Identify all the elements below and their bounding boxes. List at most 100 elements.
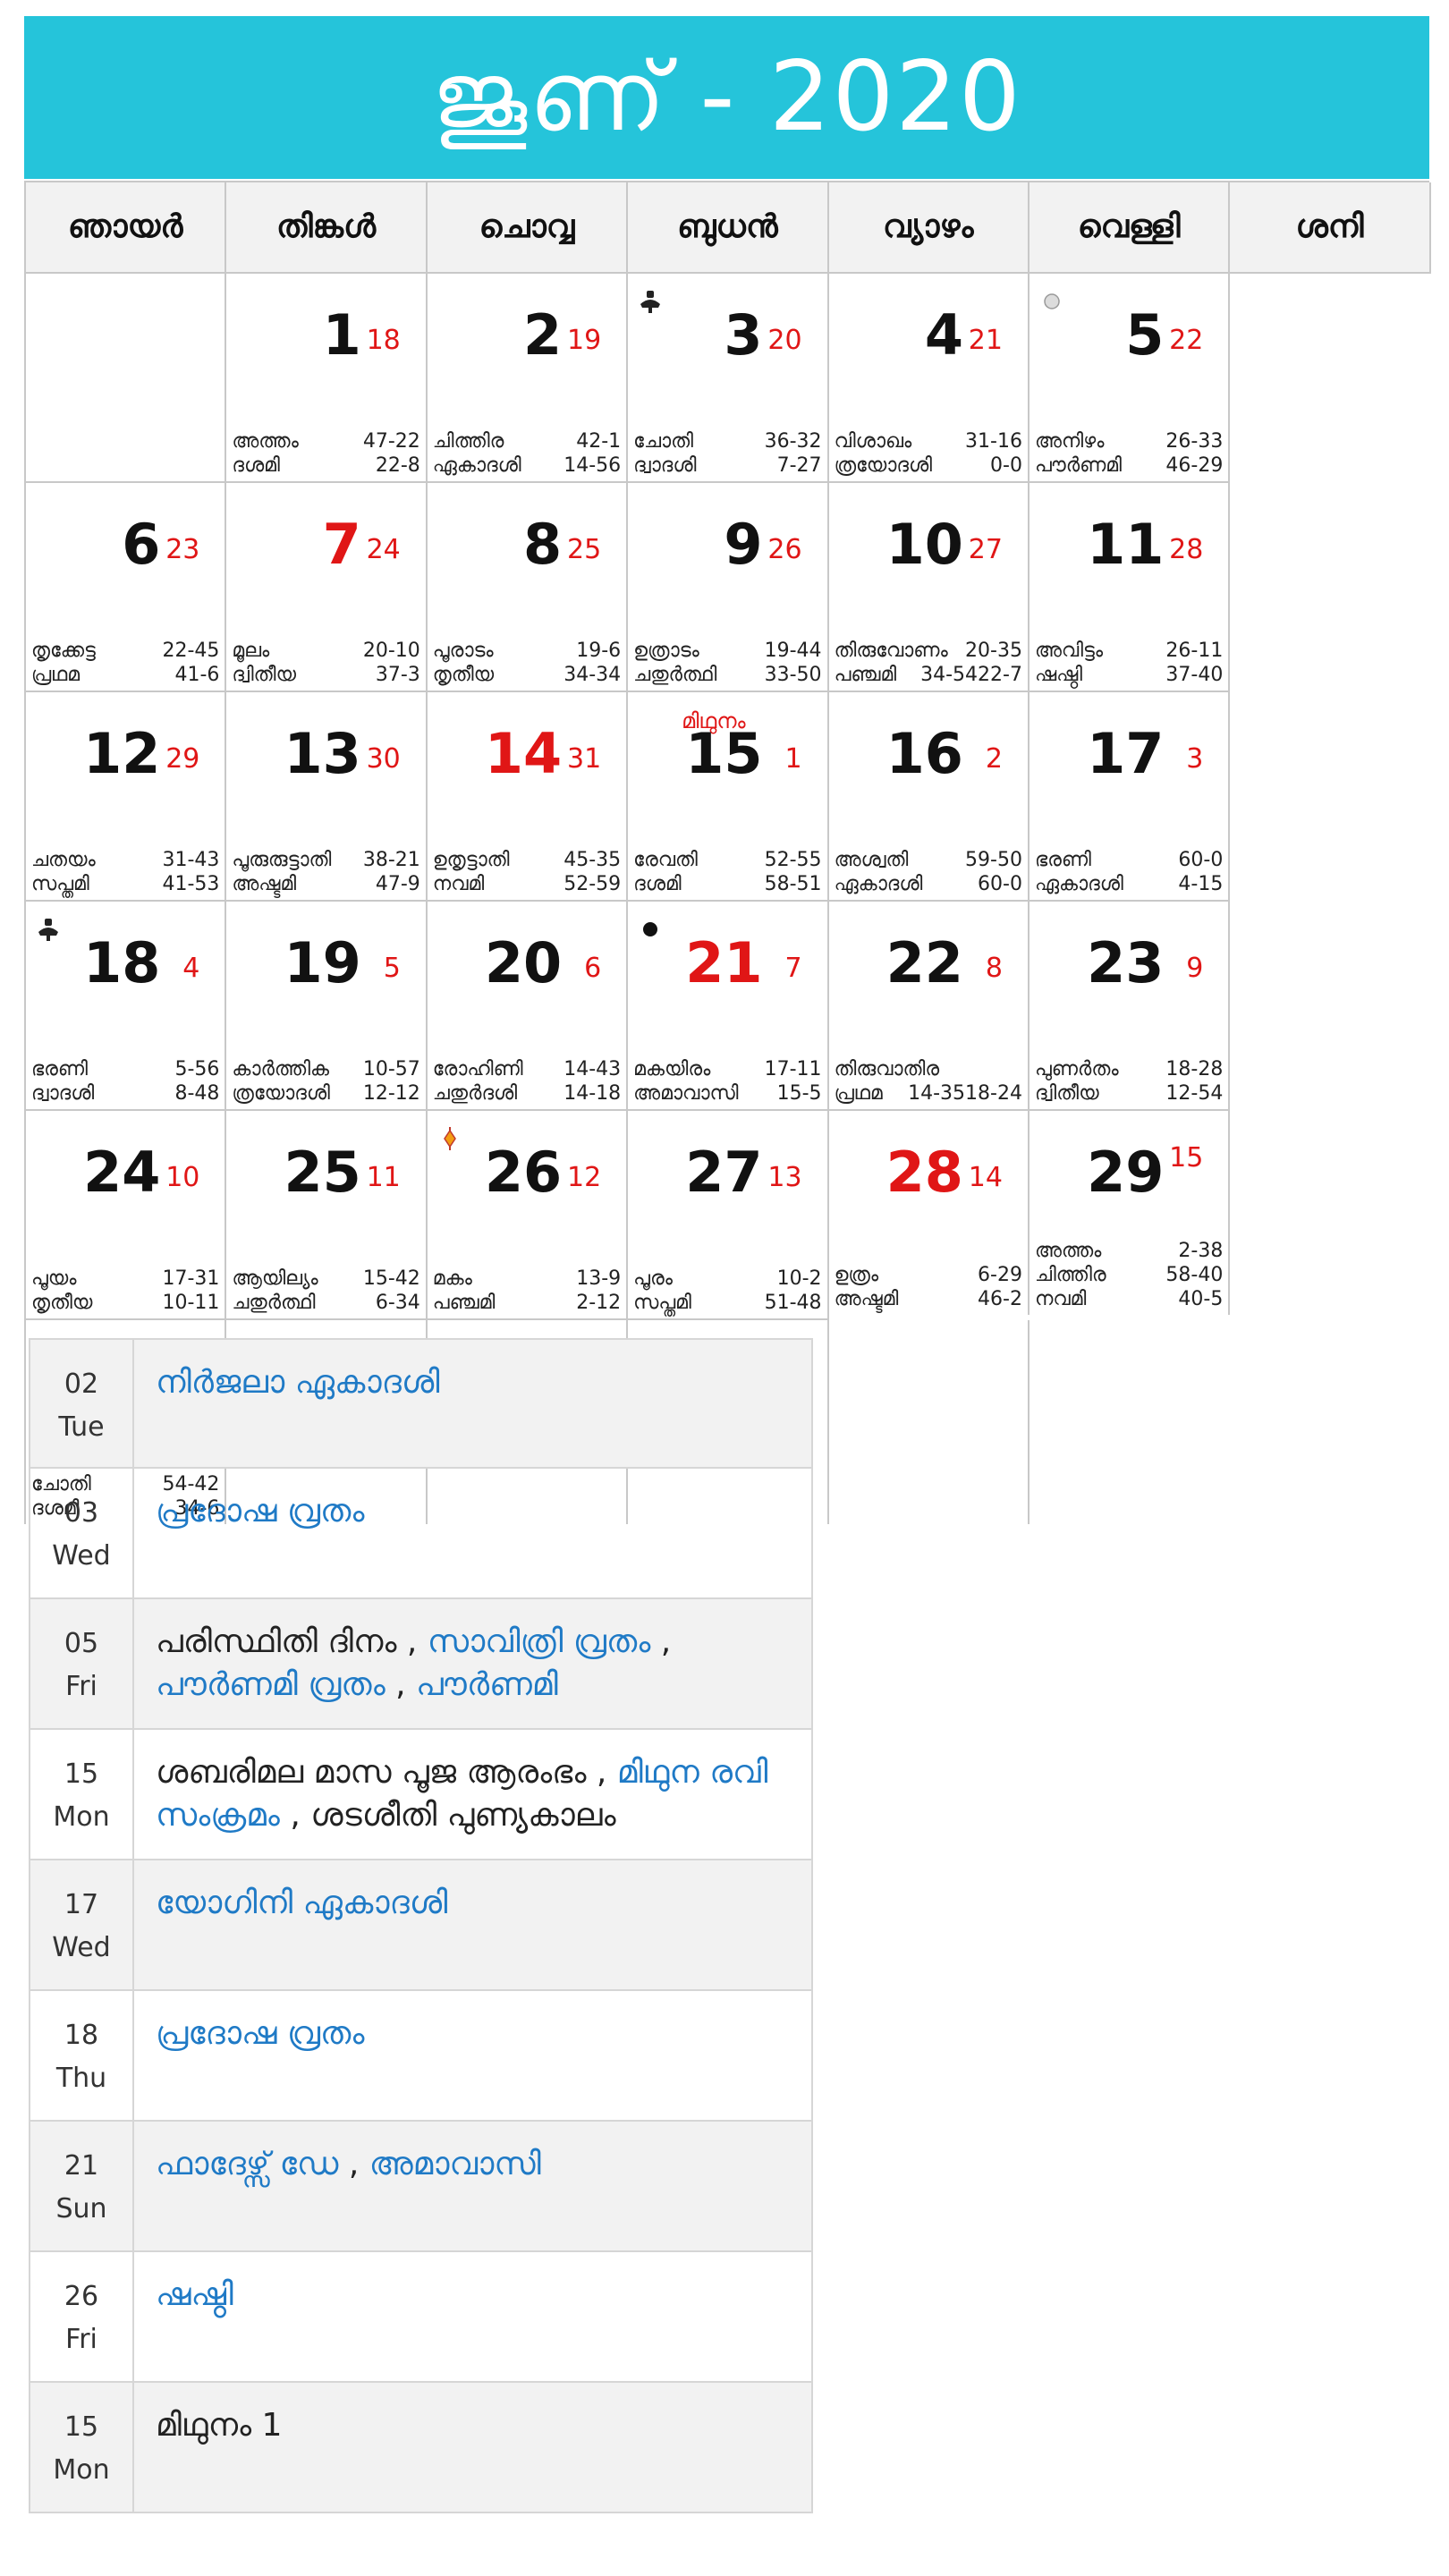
day-cell-1[interactable]: 1 18 അത്തം 47-22 ദശമി 22-8 — [226, 274, 428, 483]
info-label: തൃക്കേട്ട — [31, 640, 96, 662]
info-label: പഞ്ചമി — [834, 664, 897, 686]
day-cell-5[interactable]: 5 22 അനിഴം 26-33 പൗർണമി 46-29 — [1029, 274, 1231, 483]
day-cell-3[interactable]: 3 20 ചോതി 36-32 ദ്വാദശി 7-27 — [628, 274, 829, 483]
tithi-line: ചതുർദശി 14-18 — [433, 1081, 621, 1106]
info-label: ഏകാദശി — [432, 454, 521, 477]
tithi-line: അഷ്ടമി 46-2 — [835, 1287, 1022, 1311]
malayalam-date: 25 — [566, 534, 602, 565]
nakshatra-line: പൂരുരുട്ടാതി 38-21 — [232, 848, 419, 872]
day-cell-12[interactable]: 12 29 ചതയം 31-43 സപ്തമി 41-53 — [26, 692, 227, 902]
day-number: 11 — [1087, 512, 1165, 577]
malayalam-date: 21 — [968, 325, 1003, 356]
day-cell-11[interactable]: 11 28 അവിട്ടം 26-11 ഷഷ്ഠി 37-40 — [1029, 483, 1231, 692]
event-description: ഷഷ്ഠി — [134, 2252, 811, 2381]
day-cell-4[interactable]: 4 21 വിശാഖം 31-16 ത്രയോദശി 0-0 — [828, 274, 1030, 483]
day-cell-22[interactable]: 22 8 തിരുവാതിര പ്രഥമ 14-3518-24 — [828, 902, 1030, 1111]
day-cell-17[interactable]: 17 3 ഭരണി 60-0 ഏകാദശി 4-15 — [1029, 692, 1231, 902]
day-cell-19[interactable]: 19 5 കാർത്തിക 10-57 ത്രയോദശി 12-12 — [226, 902, 428, 1111]
event-text: പരിസ്ഥിതി ദിനം , — [156, 1623, 428, 1660]
day-cell-18[interactable]: 18 4 ഭരണി 5-56 ദ്വാദശി 8-48 — [26, 902, 227, 1111]
nakshatra-line: വിശാഖം 31-16 — [835, 429, 1022, 453]
info-label: ഏകാദശി — [834, 873, 923, 895]
malayalam-date: 27 — [968, 534, 1003, 565]
info-time: 33-50 — [764, 664, 822, 686]
event-link[interactable]: സാവിത്രി വ്രതം — [428, 1623, 651, 1660]
malayalam-date: 11 — [366, 1162, 401, 1193]
event-date: 03 Wed — [30, 1469, 134, 1597]
nakshatra-tithi-info: ഉതൃട്ടാതി 45-35 നവമി 52-59 — [433, 848, 621, 896]
info-time: 41-6 — [174, 664, 220, 686]
event-link[interactable]: അമാവാസി — [369, 2146, 541, 2182]
malayalam-date: 3 — [1186, 743, 1204, 775]
info-label: നവമി — [432, 873, 485, 895]
malayalam-date: 1 — [784, 743, 802, 775]
nakshatra-line: അവിട്ടം 26-11 — [1035, 639, 1223, 663]
nakshatra-tithi-info: ആയില്യം 15-42 ചതുർത്ഥി 6-34 — [232, 1267, 419, 1315]
info-time: 14-18 — [564, 1082, 622, 1105]
tithi-line: നവമി 52-59 — [433, 872, 621, 896]
malayalam-date: 6 — [584, 953, 602, 984]
event-link[interactable]: പൗർണമി — [416, 1666, 558, 1703]
nakshatra-tithi-info: ചോതി 36-32 ദ്വാദശി 7-27 — [633, 429, 821, 478]
day-cell-14[interactable]: 14 31 ഉതൃട്ടാതി 45-35 നവമി 52-59 — [427, 692, 629, 902]
event-link[interactable]: ഷഷ്ഠി — [156, 2276, 233, 2313]
info-label: ഭരണി — [1034, 849, 1091, 871]
info-time: 22-45 — [162, 640, 220, 662]
page-title: ജൂണ് - 2020 — [24, 16, 1429, 179]
info-label: രോഹിണി — [432, 1058, 523, 1080]
full-moon-icon — [1038, 288, 1065, 315]
day-cell-9[interactable]: 9 26 ഉത്രാടം 19-44 ചതുർത്ഥി 33-50 — [628, 483, 829, 692]
weekday-header: ഞായർ തിങ്കൾ ചൊവ്വ ബുധൻ വ്യാഴം വെള്ളി ശനി — [24, 181, 1431, 274]
event-row: 26 Fri ഷഷ്ഠി — [29, 2252, 813, 2383]
day-number: 20 — [484, 930, 563, 996]
info-label: ചതുർദശി — [432, 1082, 518, 1105]
day-cell-21[interactable]: 21 7 മകയിരം 17-11 അമാവാസി 15-5 — [628, 902, 829, 1111]
day-cell-27[interactable]: 27 13 പൂരം 10-2 സപ്തമി 51-48 — [628, 1111, 829, 1320]
day-cell-2[interactable]: 2 19 ചിത്തിര 42-1 ഏകാദശി 14-56 — [427, 274, 629, 483]
event-link[interactable]: പ്രദോഷ വ്രതം — [156, 2015, 364, 2052]
info-time: 0-0 — [990, 454, 1022, 477]
malayalam-date: 22 — [1169, 325, 1204, 356]
day-cell-6[interactable]: 6 23 തൃക്കേട്ട 22-45 പ്രഥമ 41-6 — [26, 483, 227, 692]
info-time: 60-0 — [978, 873, 1022, 895]
info-label: പ്രഥമ — [834, 1082, 883, 1105]
info-label: അനിഴം — [1034, 430, 1105, 453]
nakshatra-tithi-info: ഭരണി 60-0 ഏകാദശി 4-15 — [1035, 848, 1223, 896]
event-link[interactable]: പ്രദോഷ വ്രതം — [156, 1493, 364, 1530]
day-cell-13[interactable]: 13 30 പൂരുരുട്ടാതി 38-21 അഷ്ടമി 47-9 — [226, 692, 428, 902]
day-cell-28[interactable]: 28 14 ഉത്രം 6-29 അഷ്ടമി 46-2 — [828, 1111, 1030, 1315]
day-cell-24[interactable]: 24 10 പൂയം 17-31 തൃതീയ 10-11 — [26, 1111, 227, 1320]
day-cell-7[interactable]: 7 24 മൂലം 20-10 ദ്വിതീയ 37-3 — [226, 483, 428, 692]
day-cell-25[interactable]: 25 11 ആയില്യം 15-42 ചതുർത്ഥി 6-34 — [226, 1111, 428, 1320]
info-label: അത്തം — [232, 430, 299, 453]
tithi-line: ദ്വാദശി 8-48 — [31, 1081, 219, 1106]
nakshatra-tithi-info: ഉത്രാടം 19-44 ചതുർത്ഥി 33-50 — [633, 639, 821, 687]
day-cell-16[interactable]: 16 2 അശ്വതി 59-50 ഏകാദശി 60-0 — [828, 692, 1030, 902]
day-cell-20[interactable]: 20 6 രോഹിണി 14-43 ചതുർദശി 14-18 — [427, 902, 629, 1111]
day-cell-26[interactable]: 26 12 മകം 13-9 പഞ്ചമി 2-12 — [427, 1111, 629, 1320]
event-date: 17 Wed — [30, 1860, 134, 1989]
info-label: തൃതീയ — [432, 664, 495, 686]
day-cell-23[interactable]: 23 9 പുണർതം 18-28 ദ്വിതീയ 12-54 — [1029, 902, 1231, 1111]
day-number: 19 — [284, 930, 361, 996]
event-link[interactable]: ഫാദേഴ്സ് ഡേ — [156, 2146, 338, 2182]
event-description: പ്രദോഷ വ്രതം — [134, 1469, 811, 1597]
info-time: 8-48 — [174, 1082, 220, 1105]
info-label: ഉതൃട്ടാതി — [432, 849, 510, 871]
event-link[interactable]: യോഗിനി ഏകാദശി — [156, 1885, 447, 1921]
day-cell-8[interactable]: 8 25 പൂരാടം 19-6 തൃതീയ 34-34 — [427, 483, 629, 692]
new-moon-icon — [637, 916, 664, 943]
event-row: 02 Tue നിർജലാ ഏകാദശി — [29, 1338, 813, 1469]
event-row: 15 Mon ശബരിമല മാസ പൂജ ആരംഭം , മിഥുന രവി സം… — [29, 1730, 813, 1860]
nakshatra-line: ഭരണി 60-0 — [1035, 848, 1223, 872]
nakshatra-line: പൂരം 10-2 — [633, 1267, 821, 1291]
event-link[interactable]: പൗർണമി വ്രതം — [156, 1666, 386, 1703]
day-cell-29[interactable]: 29 15 അത്തം 2-38 ചിത്തിര 58-40 നവമി 40-5 — [1029, 1111, 1231, 1315]
event-link[interactable]: നിർജലാ ഏകാദശി — [156, 1364, 440, 1401]
event-row: 05 Fri പരിസ്ഥിതി ദിനം , സാവിത്രി വ്രതം , പ… — [29, 1599, 813, 1730]
day-cell-15[interactable]: മിഥുനം 15 1 രേവതി 52-55 ദശമി 58-51 — [628, 692, 829, 902]
event-date: 18 Thu — [30, 1991, 134, 2120]
nakshatra-line: അശ്വതി 59-50 — [835, 848, 1022, 872]
info-label: പൂരുരുട്ടാതി — [232, 849, 332, 871]
day-cell-10[interactable]: 10 27 തിരുവോണം 20-35 പഞ്ചമി 34-5422-7 — [828, 483, 1030, 692]
